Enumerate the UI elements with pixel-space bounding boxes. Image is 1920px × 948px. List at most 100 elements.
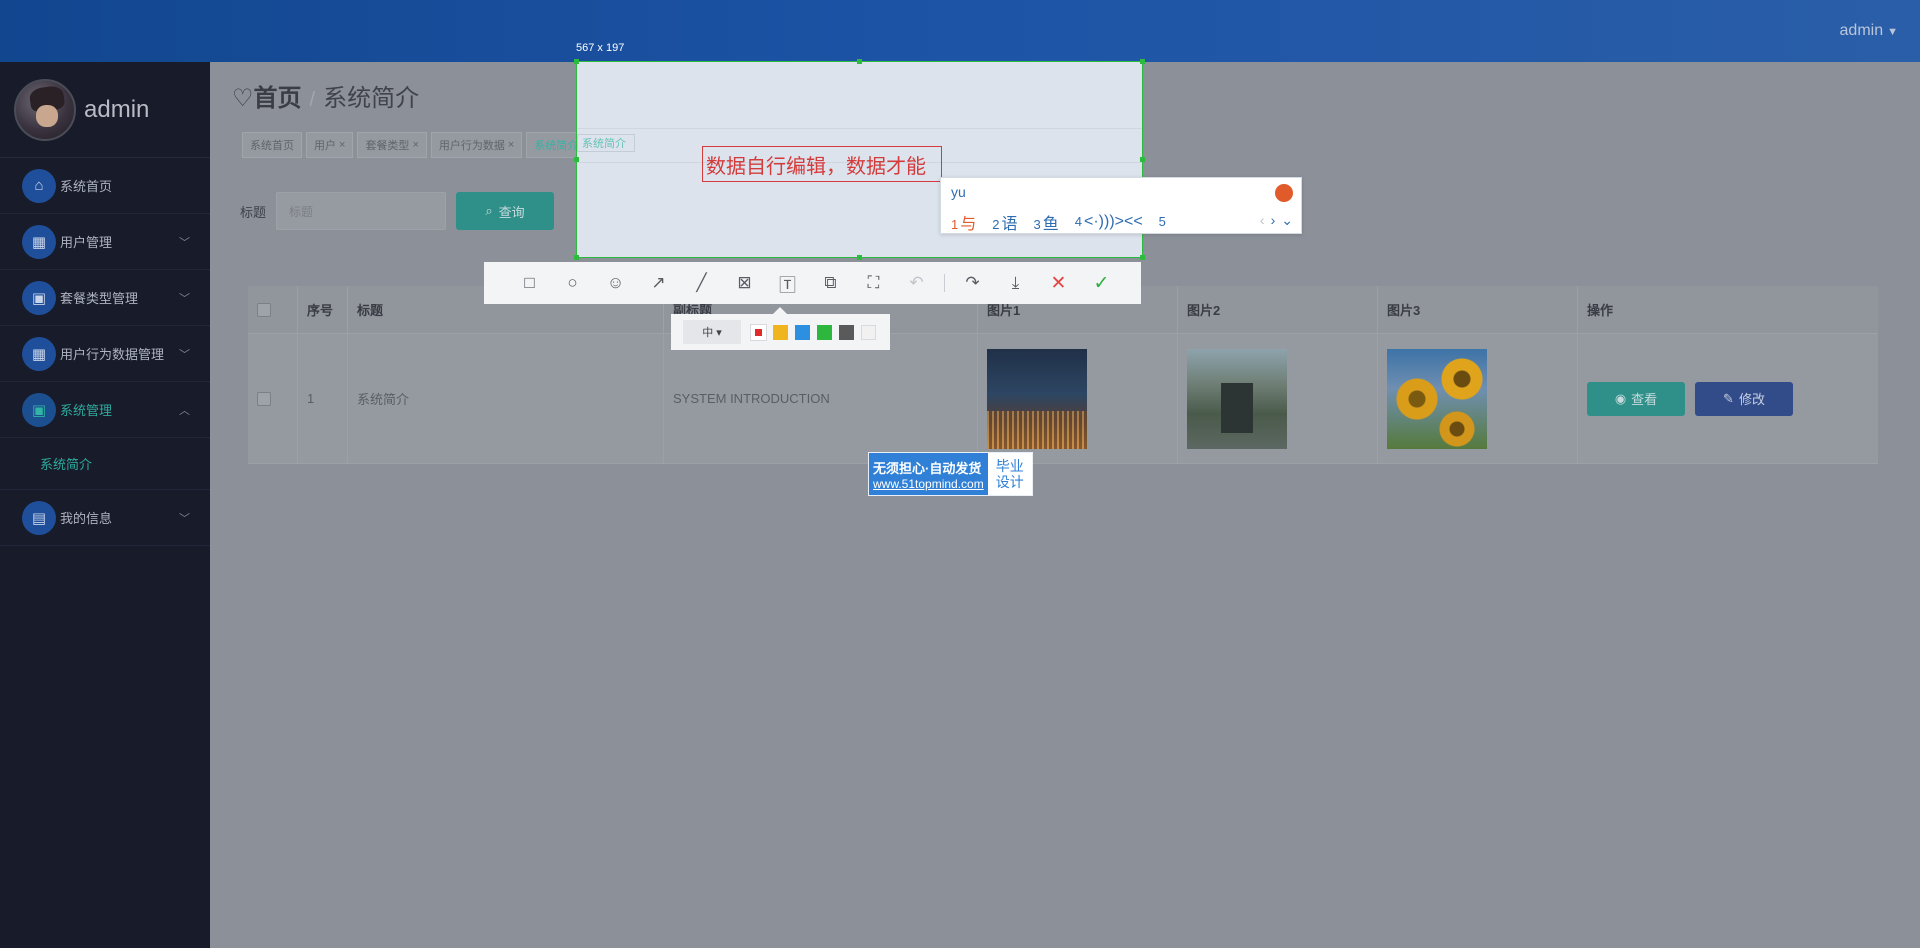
- ime-candidate[interactable]: 1与: [951, 210, 976, 234]
- resize-handle[interactable]: [574, 59, 579, 64]
- table-header: 图片2: [1178, 286, 1378, 333]
- resize-handle[interactable]: [857, 59, 862, 64]
- sidebar-item-label: 套餐类型管理: [60, 291, 139, 306]
- row-actions: ◉ 查看 ✎ 修改: [1578, 334, 1878, 463]
- chevron-down-icon[interactable]: ⌄: [1281, 212, 1293, 229]
- table-row: 1 系统简介 SYSTEM INTRODUCTION ◉ 查看 ✎ 修改: [248, 334, 1878, 464]
- share-icon[interactable]: ↷: [951, 262, 994, 304]
- row-select[interactable]: [248, 334, 298, 463]
- sidebar-item-behavior-data[interactable]: ▦ 用户行为数据管理 ﹀: [0, 326, 210, 382]
- sidebar-item-home[interactable]: ⌂ 系统首页: [0, 158, 210, 214]
- ime-candidate[interactable]: 4 <·)))><<: [1075, 213, 1143, 231]
- undo-icon[interactable]: ↶: [895, 262, 938, 304]
- sidebar-subitem-system-intro[interactable]: 系统简介: [0, 438, 210, 490]
- color-swatch-gray[interactable]: [839, 324, 854, 340]
- sidebar-item-users[interactable]: ▦ 用户管理 ﹀: [0, 214, 210, 270]
- breadcrumb-home[interactable]: ♡首页: [232, 85, 302, 112]
- search-icon: ⌕: [485, 203, 493, 218]
- tag-behavior-data[interactable]: 用户行为数据 ×: [430, 132, 523, 158]
- capture-size-label: 567 x 197: [576, 42, 625, 54]
- color-swatch-blue[interactable]: [795, 324, 810, 340]
- chevron-left-icon[interactable]: ‹: [1260, 212, 1265, 229]
- close-icon[interactable]: ×: [412, 139, 418, 151]
- arrow-icon[interactable]: ↗: [637, 262, 680, 304]
- tag-users[interactable]: 用户 ×: [306, 132, 354, 158]
- row-subtitle: SYSTEM INTRODUCTION: [664, 334, 978, 463]
- row-title: 系统简介: [348, 334, 664, 463]
- checkbox[interactable]: [257, 391, 271, 406]
- sidebar-item-label: 我的信息: [60, 511, 113, 526]
- checkbox[interactable]: [257, 302, 271, 317]
- table-header: 图片3: [1378, 286, 1578, 333]
- brand-name: admin: [84, 95, 150, 123]
- ime-candidates: 1与 2语 3鱼 4 <·)))><< 5: [951, 210, 1168, 234]
- caret-down-icon: ▼: [1887, 26, 1898, 38]
- image-city-night[interactable]: [987, 348, 1087, 449]
- top-header: admin ▼: [0, 0, 1920, 62]
- ime-nav: ‹ › ⌄: [1260, 212, 1293, 229]
- search-form: 标题 标题 ⌕ 查询: [240, 192, 555, 230]
- watermark: 无须担心·自动发货 www.51topmind.com 毕业 设计: [868, 452, 1033, 496]
- watermark-text: 无须担心·自动发货 www.51topmind.com: [869, 453, 988, 495]
- close-icon[interactable]: ×: [508, 139, 514, 151]
- header-select-all[interactable]: [248, 286, 298, 333]
- text-icon[interactable]: 🅃: [766, 262, 809, 304]
- confirm-icon[interactable]: ✓: [1080, 262, 1123, 304]
- pin-icon[interactable]: ⧉: [809, 262, 852, 304]
- ellipse-icon[interactable]: ○: [551, 262, 594, 304]
- resize-handle[interactable]: [1140, 157, 1145, 162]
- tag-home[interactable]: 系统首页: [242, 132, 302, 158]
- emoji-icon[interactable]: ☺: [594, 262, 637, 304]
- chevron-down-icon: ﹀: [179, 513, 190, 525]
- chevron-right-icon[interactable]: ›: [1271, 212, 1276, 229]
- table-header: 序号: [298, 286, 348, 333]
- sidebar-item-label: 系统首页: [60, 179, 113, 194]
- ime-pinyin: yu: [951, 184, 966, 200]
- search-label: 标题: [240, 204, 267, 220]
- watermark-line1: 无须担心·自动发货: [873, 460, 982, 476]
- resize-handle[interactable]: [1140, 59, 1145, 64]
- watermark-badge: 毕业 设计: [987, 453, 1032, 495]
- home-icon: ⌂: [22, 168, 56, 203]
- save-icon[interactable]: ⤓: [994, 262, 1037, 304]
- edit-button[interactable]: ✎ 修改: [1695, 381, 1793, 416]
- annotation-text-box[interactable]: 数据自行编辑，数据才能: [702, 146, 942, 182]
- resize-handle[interactable]: [574, 255, 579, 260]
- user-menu[interactable]: admin ▼: [1840, 22, 1898, 40]
- view-button[interactable]: ◉ 查看: [1587, 381, 1685, 416]
- close-icon[interactable]: ✕: [1037, 262, 1080, 304]
- ime-candidate[interactable]: 3鱼: [1034, 210, 1059, 234]
- title-search-input[interactable]: 标题: [276, 192, 447, 230]
- sidebar-brand: admin: [0, 62, 210, 158]
- ime-logo-icon: [1275, 184, 1293, 202]
- mosaic-icon[interactable]: ⊠: [723, 262, 766, 304]
- ime-candidate[interactable]: 2语: [992, 210, 1017, 234]
- clipboard-icon: ▣: [22, 392, 56, 427]
- sidebar-item-system[interactable]: ▣ 系统管理 ︿: [0, 382, 210, 438]
- image-sunflowers[interactable]: [1387, 348, 1487, 449]
- row-image3-cell: [1378, 334, 1578, 463]
- breadcrumb: ♡首页 / 系统简介: [232, 78, 419, 113]
- ime-candidate[interactable]: 5: [1159, 213, 1168, 231]
- image-gate[interactable]: [1187, 348, 1287, 449]
- rectangle-icon[interactable]: □: [508, 262, 551, 304]
- color-swatch-red[interactable]: [750, 323, 767, 341]
- pencil-icon: ✎: [1723, 390, 1734, 406]
- search-button[interactable]: ⌕ 查询: [456, 192, 555, 230]
- resize-handle[interactable]: [574, 157, 579, 162]
- line-icon[interactable]: ╱: [680, 262, 723, 304]
- heart-icon: ♡: [232, 85, 254, 112]
- resize-handle[interactable]: [857, 255, 862, 260]
- tag-package-types[interactable]: 套餐类型 ×: [357, 132, 427, 158]
- font-size-select[interactable]: 中 ▾: [683, 320, 741, 344]
- color-swatch-green[interactable]: [817, 324, 832, 340]
- color-swatch-yellow[interactable]: [773, 324, 788, 340]
- resize-handle[interactable]: [1140, 255, 1145, 260]
- divider: [577, 128, 1142, 129]
- sidebar-item-my-info[interactable]: ▤ 我的信息 ﹀: [0, 490, 210, 546]
- wallet-icon: ▤: [22, 500, 56, 535]
- ocr-icon[interactable]: ⛶: [852, 262, 895, 304]
- color-swatch-white[interactable]: [861, 324, 876, 340]
- sidebar-item-package-types[interactable]: ▣ 套餐类型管理 ﹀: [0, 270, 210, 326]
- close-icon[interactable]: ×: [339, 139, 345, 151]
